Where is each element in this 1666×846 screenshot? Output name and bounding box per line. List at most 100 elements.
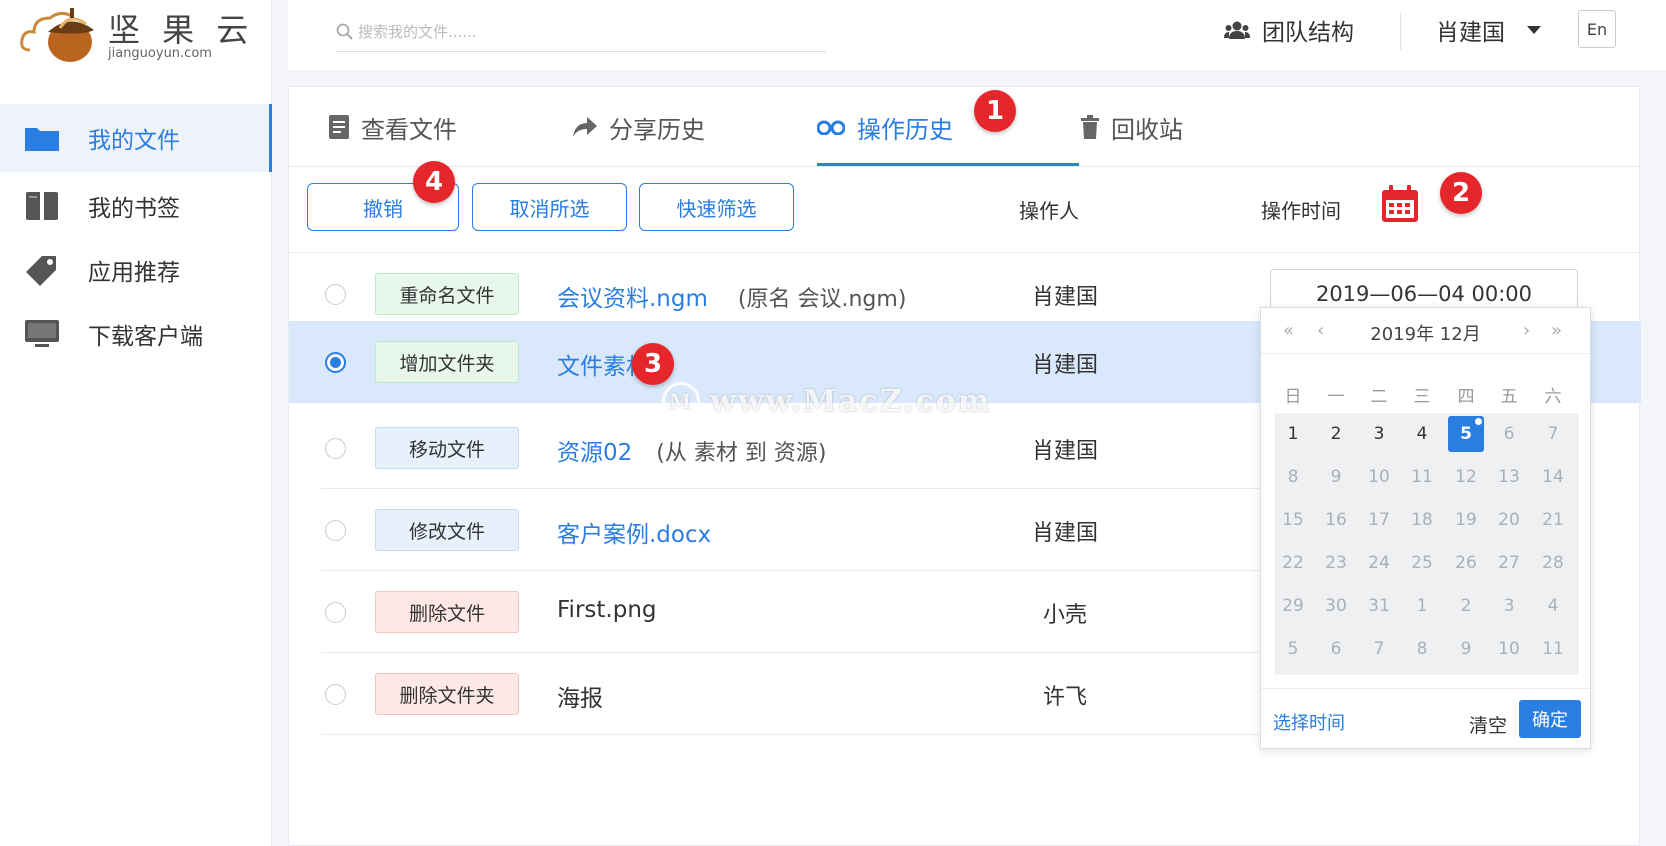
tag-icon [24, 255, 60, 286]
calendar-day[interactable]: 28 [1535, 545, 1571, 581]
calendar-day[interactable]: 26 [1448, 545, 1484, 581]
watermark: M www.MacZ.com [662, 382, 992, 420]
calendar-day[interactable]: 4 [1535, 588, 1571, 624]
calendar-day[interactable]: 10 [1361, 459, 1397, 495]
calendar-day[interactable]: 20 [1491, 502, 1527, 538]
row-radio[interactable] [325, 602, 346, 623]
clear-button[interactable]: 清空 [1469, 711, 1507, 738]
calendar-day[interactable]: 14 [1535, 459, 1571, 495]
row-radio[interactable] [325, 352, 346, 373]
tab-share-history[interactable]: 分享历史 [573, 101, 705, 153]
sidebar-item-app-recommend[interactable]: 应用推荐 [0, 236, 272, 304]
tab-label: 操作历史 [857, 115, 953, 144]
calendar-day[interactable]: 23 [1318, 545, 1354, 581]
calendar-day[interactable]: 7 [1361, 631, 1397, 667]
calendar-day[interactable]: 13 [1491, 459, 1527, 495]
calendar-day[interactable]: 12 [1448, 459, 1484, 495]
calendar-day[interactable]: 6 [1491, 416, 1527, 452]
user-name: 肖建国 [1436, 20, 1505, 46]
calendar-day[interactable]: 8 [1404, 631, 1440, 667]
select-time-link[interactable]: 选择时间 [1273, 709, 1345, 735]
calendar-day[interactable]: 17 [1361, 502, 1397, 538]
calendar-day[interactable]: 10 [1491, 631, 1527, 667]
calendar-day[interactable]: 8 [1275, 459, 1311, 495]
tab-bar: 查看文件 分享历史 操作历史 回收站 [289, 87, 1639, 167]
calendar-day[interactable]: 2 [1448, 588, 1484, 624]
calendar-day[interactable]: 7 [1535, 416, 1571, 452]
confirm-button[interactable]: 确定 [1519, 700, 1581, 738]
calendar-day[interactable]: 21 [1535, 502, 1571, 538]
file-name-text[interactable]: 海报 [557, 686, 603, 712]
file-link[interactable]: 会议资料.ngm (原名 会议.ngm) [557, 279, 906, 313]
glasses-icon [817, 120, 845, 135]
file-name[interactable]: First.png [557, 597, 657, 623]
calendar-day-selected[interactable]: 5 [1448, 416, 1484, 452]
file-link[interactable]: 客户案例.docx [557, 515, 711, 549]
calendar-day[interactable]: 5 [1275, 631, 1311, 667]
calendar-day[interactable]: 1 [1275, 416, 1311, 452]
tab-label: 分享历史 [609, 115, 705, 144]
calendar-title: 2019年 12月 [1370, 324, 1481, 345]
quick-filter-button[interactable]: 快速筛选 [639, 183, 794, 231]
bookmark-icon [24, 191, 60, 221]
file-link[interactable]: 资源02 (从 素材 到 资源) [557, 433, 826, 467]
search-input[interactable]: 搜索我的文件...... [336, 12, 826, 52]
calendar-day[interactable]: 4 [1404, 416, 1440, 452]
search-icon [336, 23, 353, 40]
sidebar-item-label: 下载客户端 [88, 324, 203, 350]
row-radio[interactable] [325, 284, 346, 305]
calendar-day[interactable]: 31 [1361, 588, 1397, 624]
calendar-day[interactable]: 6 [1318, 631, 1354, 667]
calendar-day[interactable]: 11 [1535, 631, 1571, 667]
file-name-text[interactable]: First.png [557, 597, 657, 623]
next-year-button[interactable]: » [1551, 320, 1562, 341]
operator-name: 肖建国 [1031, 353, 1098, 378]
calendar-day[interactable]: 18 [1404, 502, 1440, 538]
next-month-button[interactable]: › [1523, 320, 1530, 341]
calendar-day[interactable]: 29 [1275, 588, 1311, 624]
file-name[interactable]: 海报 [557, 679, 603, 713]
file-name[interactable]: 客户案例.docx [557, 522, 711, 548]
weekday-label: 三 [1413, 387, 1431, 407]
calendar-day[interactable]: 25 [1404, 545, 1440, 581]
row-radio[interactable] [325, 684, 346, 705]
file-note: (原名 会议.ngm) [737, 287, 907, 312]
weekday-label: 二 [1370, 387, 1388, 407]
calendar-day[interactable]: 1 [1404, 588, 1440, 624]
tab-recycle-bin[interactable]: 回收站 [1081, 101, 1183, 153]
calendar-day[interactable]: 27 [1491, 545, 1527, 581]
team-structure-button[interactable]: 团队结构 [1224, 12, 1354, 48]
date-picker-popup: « ‹ 2019年 12月 › » 选择时间 清空 确定 日一二三四五六1234… [1260, 307, 1591, 749]
calendar-day[interactable]: 19 [1448, 502, 1484, 538]
calendar-day[interactable]: 9 [1448, 631, 1484, 667]
calendar-day[interactable]: 15 [1275, 502, 1311, 538]
row-radio[interactable] [325, 520, 346, 541]
calendar-icon[interactable] [1381, 185, 1419, 223]
calendar-day[interactable]: 30 [1318, 588, 1354, 624]
user-menu[interactable]: 肖建国 [1436, 12, 1541, 48]
calendar-day[interactable]: 9 [1318, 459, 1354, 495]
file-name[interactable]: 资源02 [557, 440, 632, 466]
toolbar: 撤销 取消所选 快速筛选 操作人 操作时间 [289, 167, 1639, 253]
deselect-button[interactable]: 取消所选 [472, 183, 627, 231]
calendar-day[interactable]: 22 [1275, 545, 1311, 581]
operator-name: 许飞 [1042, 685, 1087, 710]
brand-logo[interactable]: 坚 果 云 jianguoyun.com [20, 6, 254, 66]
row-radio[interactable] [325, 438, 346, 459]
calendar-day[interactable]: 3 [1361, 416, 1397, 452]
sidebar-item-download-client[interactable]: 下载客户端 [0, 300, 272, 368]
tab-view-files[interactable]: 查看文件 [329, 101, 457, 153]
sidebar-item-bookmarks[interactable]: 我的书签 [0, 172, 272, 240]
calendar-day[interactable]: 2 [1318, 416, 1354, 452]
calendar-day[interactable]: 24 [1361, 545, 1397, 581]
calendar-day[interactable]: 3 [1491, 588, 1527, 624]
calendar-day[interactable]: 11 [1404, 459, 1440, 495]
language-toggle-button[interactable]: En [1578, 10, 1616, 48]
operator-column-header: 操作人 [1019, 199, 1079, 223]
calendar-day[interactable]: 16 [1318, 502, 1354, 538]
operator-name: 小壳 [1042, 603, 1087, 628]
file-name[interactable]: 会议资料.ngm [557, 286, 708, 312]
sidebar-item-my-files[interactable]: 我的文件 [0, 104, 272, 172]
tab-operation-history[interactable]: 操作历史 [817, 101, 953, 153]
calendar-footer: 选择时间 清空 确定 [1261, 688, 1590, 750]
